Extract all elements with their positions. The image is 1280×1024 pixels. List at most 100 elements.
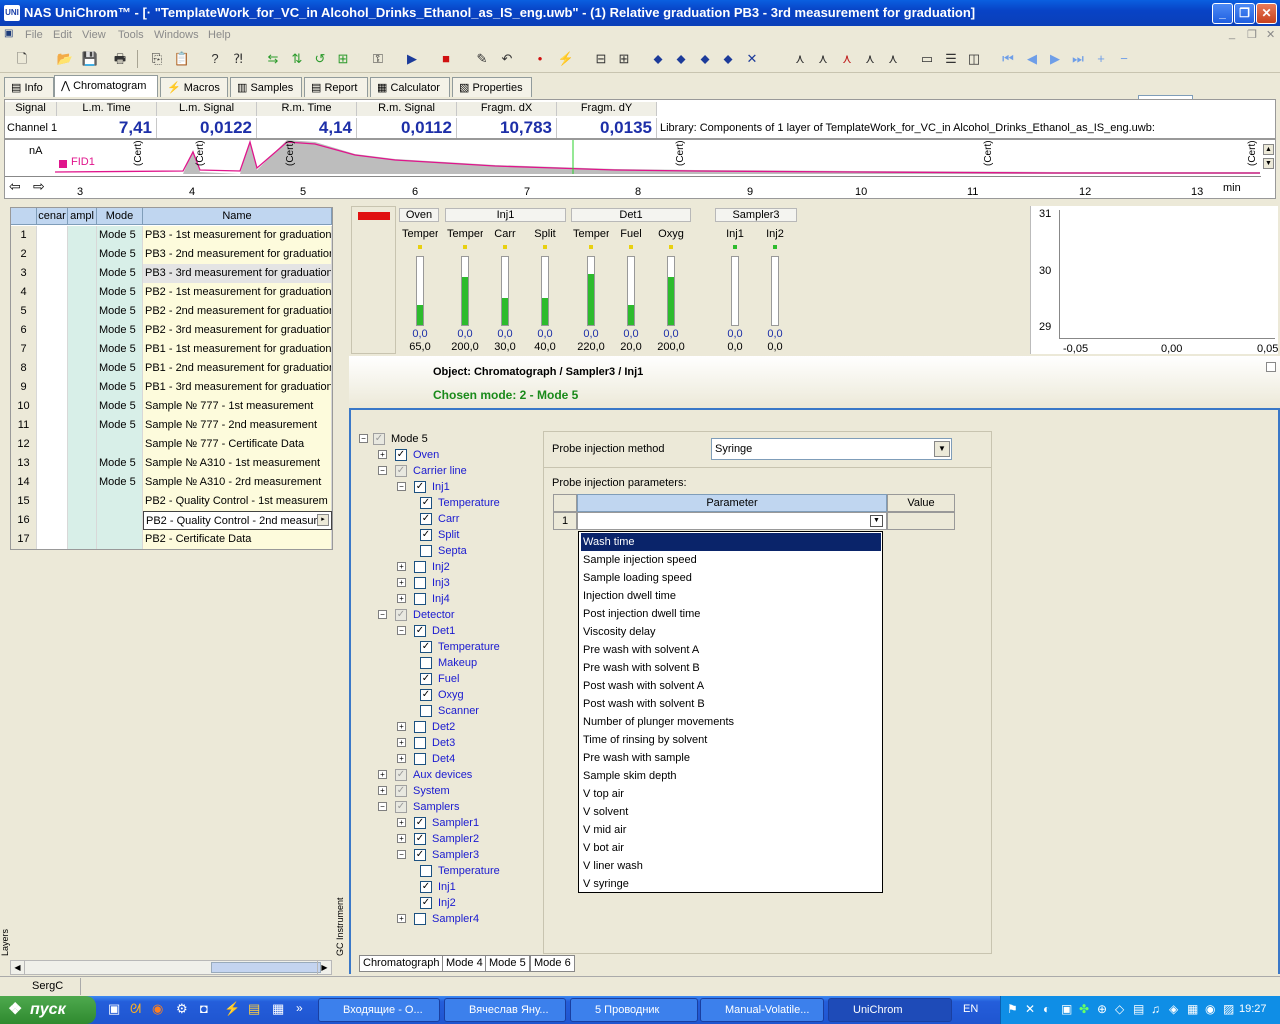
ampl-cell[interactable] xyxy=(68,283,97,302)
ampl-cell[interactable] xyxy=(68,264,97,283)
fit-icon[interactable]: ⊞ xyxy=(333,49,353,69)
marker-icon[interactable]: • xyxy=(530,49,550,69)
row-number-cell[interactable]: 2 xyxy=(11,245,37,264)
tree-node[interactable]: ✓ Inj1 xyxy=(353,879,533,895)
table-row[interactable]: 2 Mode 5 PB3 - 2nd measurement for graduat… xyxy=(11,245,332,264)
name-cell[interactable]: PB3 - 3rd measurement for graduation xyxy=(143,264,332,283)
tree-node-label[interactable]: Temperature xyxy=(438,865,500,877)
name-cell[interactable]: Sample № A310 - 2rd measurement xyxy=(143,473,332,492)
tray-icon-13[interactable]: ▨ xyxy=(1223,1002,1234,1016)
mode-cell[interactable]: Mode 5 xyxy=(97,359,143,378)
row-number-cell[interactable]: 7 xyxy=(11,340,37,359)
mode-cell[interactable] xyxy=(97,492,143,511)
tray-icon-12[interactable]: ◉ xyxy=(1205,1002,1215,1016)
row-number-cell[interactable]: 8 xyxy=(11,359,37,378)
tree-checkbox[interactable]: ✓ xyxy=(373,433,385,445)
cenar-cell[interactable] xyxy=(37,435,68,454)
name-cell[interactable]: PB2 - Quality Control - 1st measurem xyxy=(143,492,332,511)
lightning-icon[interactable]: ⚡ xyxy=(556,49,576,69)
menu-help[interactable]: Help xyxy=(208,29,231,41)
undo-zoom-icon[interactable]: ↺ xyxy=(310,49,330,69)
peak-left-icon[interactable]: ⬥ xyxy=(648,49,668,69)
tree-node-label[interactable]: Septa xyxy=(438,545,467,557)
start-button[interactable]: ❖ пуск xyxy=(0,996,96,1024)
row-edit-button-icon[interactable]: ▸ xyxy=(317,514,329,526)
row-number-cell[interactable]: 17 xyxy=(11,530,37,549)
quicklaunch-folder-icon[interactable]: ▤ xyxy=(248,1001,260,1017)
delete-peak-icon[interactable]: ✕ xyxy=(742,49,762,69)
ampl-cell[interactable] xyxy=(68,530,97,549)
tree-node[interactable]: + ✓ Aux devices xyxy=(353,767,533,783)
cenar-cell[interactable] xyxy=(37,283,68,302)
language-indicator[interactable]: EN xyxy=(963,1003,978,1015)
tray-icon-10[interactable]: ◈ xyxy=(1169,1002,1178,1016)
mode-cell[interactable]: Mode 5 xyxy=(97,264,143,283)
quicklaunch-bat-icon[interactable]: ᘛ xyxy=(130,1001,141,1017)
peak-tool-2-icon[interactable]: ⋏ xyxy=(813,49,833,69)
calc-icon[interactable]: ⊟ xyxy=(591,49,611,69)
tree-node-label[interactable]: Split xyxy=(438,529,459,541)
table-row[interactable]: 17 PB2 - Certificate Data xyxy=(11,530,332,549)
col-header-ampl[interactable]: ampl xyxy=(68,208,97,225)
cenar-cell[interactable] xyxy=(37,359,68,378)
tree-checkbox[interactable]: ✓ xyxy=(420,497,432,509)
dropdown-option[interactable]: Pre wash with solvent A xyxy=(581,641,881,659)
ampl-cell[interactable] xyxy=(68,321,97,340)
mode-cell[interactable] xyxy=(97,511,143,530)
tree-node[interactable]: + ✓ Sampler1 xyxy=(353,815,533,831)
tree-node[interactable]: + Inj2 xyxy=(353,559,533,575)
tray-icon-7[interactable]: ◇ xyxy=(1115,1002,1124,1016)
ampl-cell[interactable] xyxy=(68,378,97,397)
tab-calculator[interactable]: ▦ Calculator xyxy=(370,77,450,97)
mode-cell[interactable]: Mode 5 xyxy=(97,226,143,245)
ampl-cell[interactable] xyxy=(68,435,97,454)
tree-node[interactable]: − ✓ Detector xyxy=(353,607,533,623)
peak-tool-4-icon[interactable]: ⋏ xyxy=(860,49,880,69)
expand-icon[interactable]: + xyxy=(397,754,406,763)
tray-icon-2[interactable]: ✕ xyxy=(1025,1002,1035,1016)
edit-baseline-icon[interactable]: ✎ xyxy=(472,49,492,69)
dropdown-option[interactable]: V top air xyxy=(581,785,881,803)
tree-node[interactable]: Septa xyxy=(353,543,533,559)
arrow-left-icon[interactable]: ⇦ xyxy=(9,178,21,195)
tree-node-label[interactable]: Mode 5 xyxy=(391,433,428,445)
tree-node[interactable]: + Det2 xyxy=(353,719,533,735)
tray-icon-3[interactable]: ◐ xyxy=(1043,1002,1050,1016)
peak-tool-5-icon[interactable]: ⋏ xyxy=(883,49,903,69)
chart-scroll-down-icon[interactable]: ▼ xyxy=(1263,158,1274,169)
arrow-right-icon[interactable]: ⇨ xyxy=(33,178,45,195)
table-row[interactable]: 10 Mode 5 Sample № 777 - 1st measurement xyxy=(11,397,332,416)
tree-node-label[interactable]: Sampler1 xyxy=(432,817,479,829)
tab-mode-5[interactable]: Mode 5 xyxy=(485,955,530,972)
cenar-cell[interactable] xyxy=(37,321,68,340)
method-select[interactable]: Syringe ▼ xyxy=(711,438,952,460)
expand-icon[interactable]: + xyxy=(378,450,387,459)
cenar-cell[interactable] xyxy=(37,416,68,435)
tab-chromatograph[interactable]: Chromatograph xyxy=(359,955,444,972)
remove-icon[interactable]: − xyxy=(1114,49,1134,69)
paste-icon[interactable]: 📋 xyxy=(172,49,192,69)
table-row[interactable]: 12 Sample № 777 - Certificate Data xyxy=(11,435,332,454)
tab-info[interactable]: ▤ Info xyxy=(4,77,54,97)
dropdown-option[interactable]: Post wash with solvent B xyxy=(581,695,881,713)
tab-macros[interactable]: ⚡ Macros xyxy=(160,77,228,97)
tree-node[interactable]: − ✓ Det1 xyxy=(353,623,533,639)
stop-icon[interactable]: ■ xyxy=(436,49,456,69)
tree-node-label[interactable]: Sampler4 xyxy=(432,913,479,925)
name-cell[interactable]: PB2 - 1st measurement for graduation xyxy=(143,283,332,302)
first-icon[interactable]: ⏮ xyxy=(998,49,1018,69)
tree-checkbox[interactable]: ✓ xyxy=(395,801,407,813)
row-number-cell[interactable]: 5 xyxy=(11,302,37,321)
table-row[interactable]: 11 Mode 5 Sample № 777 - 2nd measurement xyxy=(11,416,332,435)
mode-cell[interactable]: Mode 5 xyxy=(97,378,143,397)
menu-view[interactable]: View xyxy=(82,29,106,41)
tree-node-label[interactable]: Inj1 xyxy=(438,881,456,893)
col-header-name[interactable]: Name xyxy=(143,208,332,225)
tree-checkbox[interactable]: ✓ xyxy=(420,689,432,701)
tree-checkbox[interactable]: ✓ xyxy=(414,817,426,829)
chart-scroll-up-icon[interactable]: ▲ xyxy=(1263,144,1274,155)
cenar-cell[interactable] xyxy=(37,378,68,397)
tab-samples[interactable]: ▥ Samples xyxy=(230,77,302,97)
tree-checkbox[interactable]: ✓ xyxy=(420,641,432,653)
mode-cell[interactable]: Mode 5 xyxy=(97,283,143,302)
